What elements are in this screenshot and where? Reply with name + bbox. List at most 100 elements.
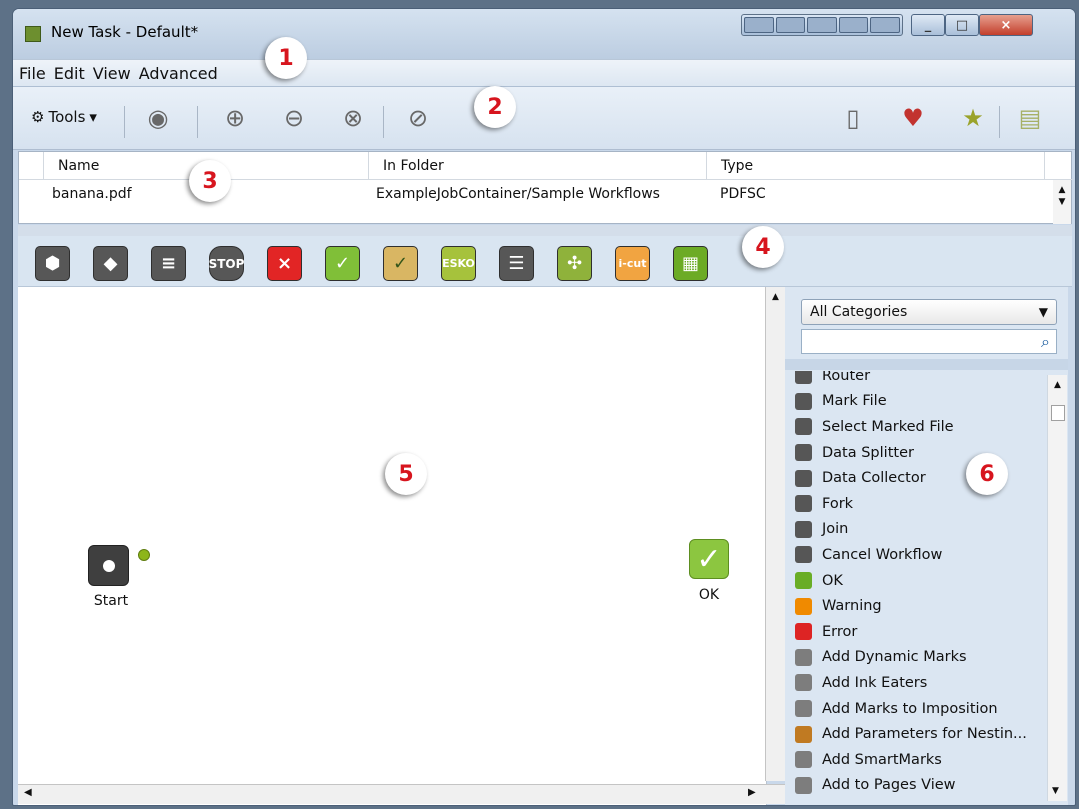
tool-list-item[interactable]: Add Ink Eaters: [795, 670, 1043, 696]
tool-list-item[interactable]: Mark File: [795, 389, 1043, 415]
tool-list-item[interactable]: Error: [795, 619, 1043, 645]
data-splitter-icon[interactable]: ☰: [499, 246, 534, 281]
table-header-type[interactable]: Type: [707, 152, 1045, 180]
tool-list-item[interactable]: Cancel Workflow: [795, 542, 1043, 568]
menu-advanced[interactable]: Advanced: [138, 64, 219, 83]
workflow-canvas[interactable]: [18, 287, 767, 805]
tool-item-icon: [795, 371, 812, 385]
scroll-up-icon[interactable]: ▲: [1053, 185, 1071, 195]
search-icon[interactable]: ⌕: [1041, 332, 1050, 352]
callout-5: 5: [385, 453, 427, 495]
tool-item-label: Mark File: [822, 393, 887, 410]
callout-2: 2: [474, 86, 516, 128]
tool-search-input[interactable]: ⌕: [801, 329, 1057, 354]
scroll-down-icon[interactable]: ▼: [1052, 786, 1059, 796]
window-extra-button-3[interactable]: [807, 17, 837, 33]
tool-list-item[interactable]: Router: [795, 371, 1043, 389]
zoom-in-icon[interactable]: ⊕: [218, 101, 252, 135]
scroll-left-icon[interactable]: ◀: [24, 787, 32, 798]
tool-list-item[interactable]: Data Splitter: [795, 440, 1043, 466]
tool-list-scrollbar[interactable]: ▲ ▼: [1047, 375, 1067, 801]
tool-item-icon: [795, 751, 812, 769]
menu-view[interactable]: View: [92, 64, 132, 83]
canvas-vertical-scrollbar[interactable]: ▲: [765, 287, 785, 781]
document-icon[interactable]: ▯: [836, 101, 870, 135]
tool-item-icon: [795, 546, 812, 564]
window-extra-button-2[interactable]: [775, 17, 806, 33]
esko-icon[interactable]: ESKO: [441, 246, 476, 281]
ticket-icon[interactable]: ▤: [1013, 101, 1047, 135]
maximize-button[interactable]: □: [945, 14, 979, 36]
tile-icon[interactable]: ▦: [673, 246, 708, 281]
ok-node[interactable]: ✓: [689, 539, 729, 579]
side-panel-splitter[interactable]: [785, 359, 1068, 370]
tool-item-label: Add Ink Eaters: [822, 674, 928, 691]
tool-item-icon: [795, 623, 812, 641]
tool-item-icon: [795, 495, 812, 513]
window-extra-button-4[interactable]: [838, 17, 869, 33]
tool-list-item[interactable]: Add Parameters for Nestin...: [795, 721, 1043, 747]
table-cell-folder[interactable]: ExampleJobContainer/Sample Workflows: [376, 182, 660, 206]
table-header-folder[interactable]: In Folder: [369, 152, 707, 180]
tool-list-item[interactable]: Add Dynamic Marks: [795, 645, 1043, 671]
tool-item-label: Cancel Workflow: [822, 546, 943, 563]
canvas-horizontal-scrollbar[interactable]: ◀ ▶: [18, 784, 785, 804]
error-icon[interactable]: ×: [267, 246, 302, 281]
ok-icon[interactable]: ✓: [325, 246, 360, 281]
disabled-icon[interactable]: ⊘: [401, 101, 435, 135]
zoom-out-icon[interactable]: ⊖: [277, 101, 311, 135]
horizontal-splitter[interactable]: [18, 225, 1072, 236]
tool-item-icon: [795, 648, 812, 666]
heart-ticket-icon[interactable]: ♥: [896, 101, 930, 135]
tools-button[interactable]: ⚙ Tools ▾: [31, 108, 97, 126]
stop-icon[interactable]: STOP: [209, 246, 244, 281]
tool-item-icon: [795, 700, 812, 718]
tool-list-item[interactable]: Select Marked File: [795, 414, 1043, 440]
category-dropdown[interactable]: All Categories ▼: [801, 299, 1057, 325]
tool-list-item[interactable]: Add Marks to Imposition: [795, 696, 1043, 722]
data-collector-icon[interactable]: ≡: [151, 246, 186, 281]
scroll-up-icon[interactable]: ▲: [1048, 380, 1067, 390]
star-ticket-icon[interactable]: ★: [956, 101, 990, 135]
preview-icon[interactable]: ◉: [141, 101, 175, 135]
start-node[interactable]: [88, 545, 129, 586]
title-bar[interactable]: New Task - Default* _ □ ×: [13, 9, 1075, 59]
tool-list-item[interactable]: Add SmartMarks: [795, 747, 1043, 773]
toolbar-separator: [124, 106, 125, 138]
connection-port[interactable]: [138, 549, 150, 561]
select-tag-icon[interactable]: ◆: [93, 246, 128, 281]
i-cut-icon[interactable]: i-cut: [615, 246, 650, 281]
tool-list-item[interactable]: Warning: [795, 593, 1043, 619]
window-extra-button-1[interactable]: [744, 17, 774, 33]
check-file-icon[interactable]: ✓: [383, 246, 418, 281]
toolbar-separator: [197, 106, 198, 138]
tool-list-item[interactable]: Fork: [795, 491, 1043, 517]
extra-window-buttons[interactable]: [741, 14, 903, 36]
callout-3: 3: [189, 160, 231, 202]
minimize-button[interactable]: _: [911, 14, 945, 36]
scroll-up-icon[interactable]: ▲: [766, 292, 785, 302]
scroll-right-icon[interactable]: ▶: [748, 787, 756, 798]
tool-list-item[interactable]: Add to Reader: [795, 798, 1043, 801]
table-cell-type[interactable]: PDFSC: [720, 182, 766, 206]
menu-bar: File Edit View Advanced: [13, 59, 1075, 87]
scroll-down-icon[interactable]: ▼: [1053, 197, 1071, 207]
tool-item-label: Data Splitter: [822, 444, 914, 461]
tool-item-label: Error: [822, 623, 858, 640]
nesting-icon[interactable]: ✣: [557, 246, 592, 281]
menu-file[interactable]: File: [18, 64, 47, 83]
tool-list-item[interactable]: Add to Pages View: [795, 773, 1043, 799]
zoom-reset-icon[interactable]: ⊗: [336, 101, 370, 135]
close-button[interactable]: ×: [979, 14, 1033, 36]
tool-list-item[interactable]: Join: [795, 517, 1043, 543]
scroll-thumb[interactable]: [1051, 405, 1065, 421]
callout-6: 6: [966, 453, 1008, 495]
table-cell-name[interactable]: banana.pdf: [52, 182, 132, 206]
window-extra-button-5[interactable]: [870, 17, 900, 33]
table-scrollbar[interactable]: ▲ ▼: [1053, 180, 1071, 224]
tool-list-item[interactable]: OK: [795, 568, 1043, 594]
tool-list[interactable]: Router Mark File Select Marked File Data Sp…: [795, 371, 1043, 801]
tool-item-label: Router: [822, 371, 871, 384]
menu-edit[interactable]: Edit: [53, 64, 86, 83]
mark-tag-icon[interactable]: ⬢: [35, 246, 70, 281]
